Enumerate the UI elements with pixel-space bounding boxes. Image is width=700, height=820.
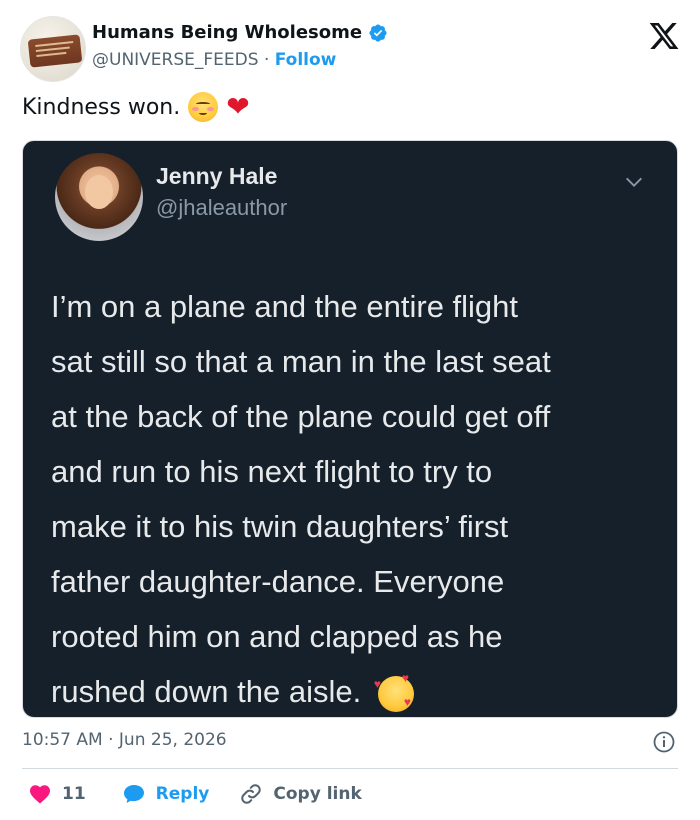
embedded-text-line: rooted him on and clapped as he (51, 619, 503, 654)
copy-link-button[interactable]: Copy link (239, 782, 362, 806)
embedded-author-avatar (55, 153, 143, 241)
copy-link-label: Copy link (273, 784, 362, 804)
verified-badge-icon (369, 23, 387, 42)
embedded-tweet-text: I’m on a plane and the entire flight sat… (51, 279, 661, 717)
embedded-author-handle: @jhaleauthor (156, 195, 288, 220)
x-logo-icon[interactable] (648, 20, 680, 52)
link-icon (241, 784, 262, 804)
embedded-text-line: make it to his twin daughters’ first (51, 509, 509, 544)
timestamp-time[interactable]: 10:57 AM (22, 730, 103, 750)
embedded-text-line-last: rushed down the aisle. ♥ ♥ ♥ (51, 664, 661, 717)
embedded-text-line: I’m on a plane and the entire flight (51, 289, 519, 324)
embedded-text-line: and run to his next flight to try to (51, 454, 493, 489)
post-header: Humans Being Wholesome @UNIVERSE_FEEDS ·… (0, 0, 700, 90)
like-button[interactable]: 11 (28, 782, 86, 806)
timestamp[interactable]: 10:57 AM · Jun 25, 2026 (22, 730, 227, 750)
reply-label: Reply (155, 784, 210, 804)
account-handle-row: @UNIVERSE_FEEDS · Follow (92, 50, 336, 70)
embedded-text-line: father daughter-dance. Everyone (51, 564, 505, 599)
chevron-down-icon (626, 177, 642, 187)
embedded-tweet-image[interactable]: Jenny Hale @jhaleauthor I’m on a plane a… (22, 140, 678, 718)
embedded-author-name: Jenny Hale (156, 163, 278, 189)
smiling-face-with-hearts-emoji-icon: ♥ ♥ ♥ (374, 672, 414, 712)
like-count: 11 (62, 784, 86, 804)
timestamp-date[interactable]: Jun 25, 2026 (119, 730, 227, 750)
account-name-row[interactable]: Humans Being Wholesome (92, 22, 388, 43)
embedded-text-line: sat still so that a man in the last seat (51, 344, 551, 379)
action-bar: 11 Reply Copy link (22, 780, 362, 808)
embedded-text-line-content: rushed down the aisle. (51, 674, 362, 709)
post-text-row: Kindness won. ❤ (22, 92, 250, 122)
separator-dot: · (263, 50, 270, 70)
info-icon[interactable] (652, 730, 676, 754)
embedded-text-line: at the back of the plane could get off (51, 399, 551, 434)
avatar-plaque-image (27, 34, 83, 68)
account-avatar[interactable] (20, 16, 86, 82)
smiling-face-with-blush-emoji-icon (188, 92, 219, 122)
reply-bubble-icon (123, 785, 144, 803)
post-text: Kindness won. (22, 94, 181, 120)
account-handle[interactable]: @UNIVERSE_FEEDS (92, 50, 259, 70)
red-heart-emoji-icon: ❤ (226, 90, 250, 123)
timestamp-separator: · (108, 730, 114, 750)
divider (22, 768, 678, 769)
account-name[interactable]: Humans Being Wholesome (92, 22, 362, 43)
heart-icon (30, 785, 50, 804)
reply-button[interactable]: Reply (122, 782, 210, 806)
follow-button[interactable]: Follow (275, 50, 337, 70)
